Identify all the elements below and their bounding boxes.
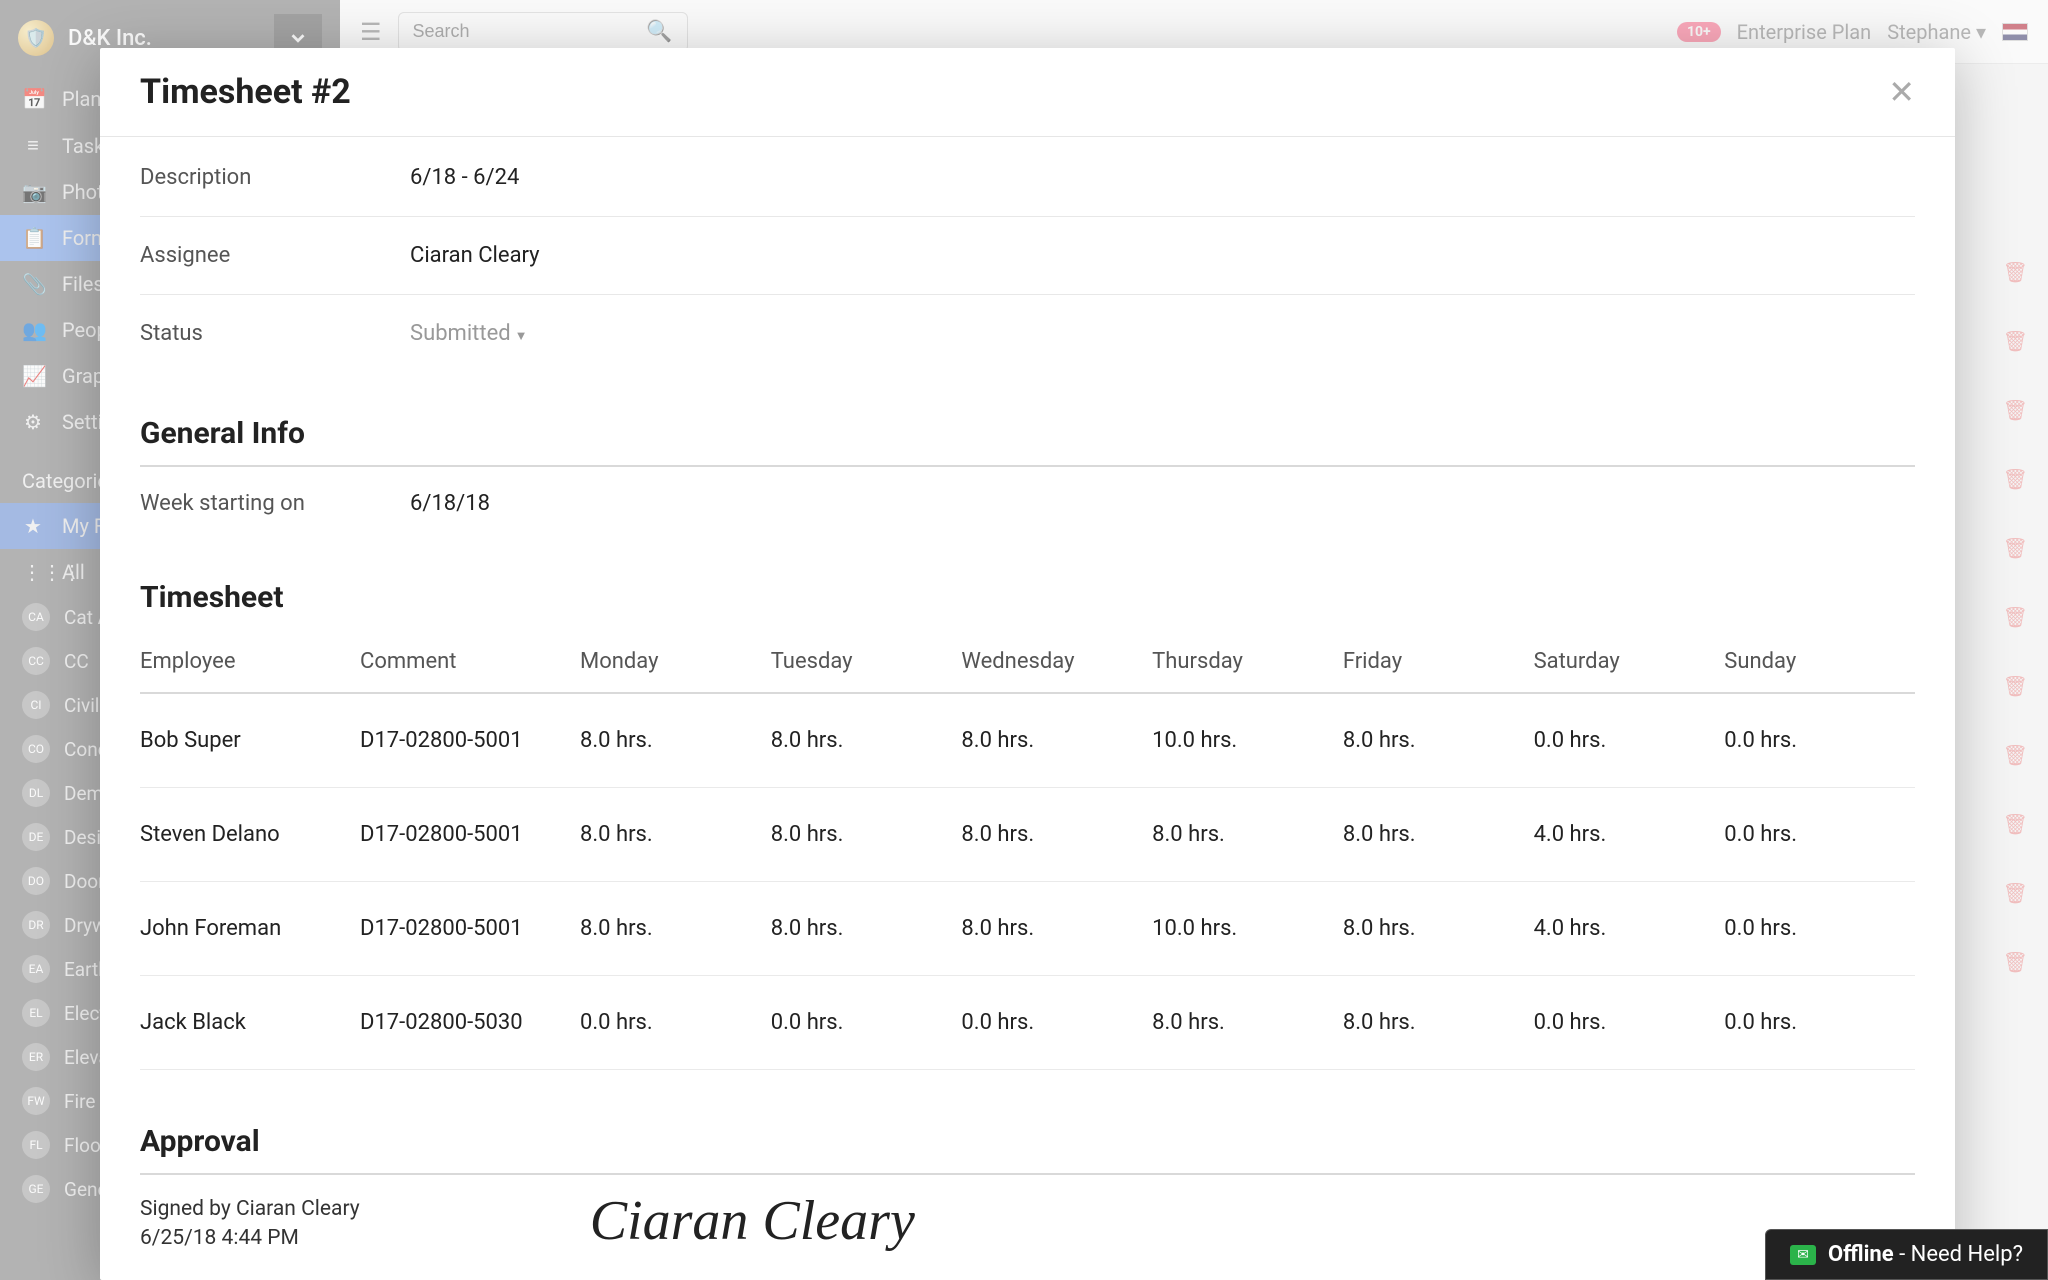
- field-value[interactable]: 6/18 - 6/24: [410, 165, 519, 190]
- hours-cell[interactable]: 8.0 hrs.: [771, 916, 962, 941]
- hours-cell[interactable]: 0.0 hrs.: [1724, 822, 1915, 847]
- table-column-header: Friday: [1343, 649, 1534, 674]
- table-column-header: Comment: [360, 649, 580, 674]
- table-column-header: Thursday: [1152, 649, 1343, 674]
- field-label: Week starting on: [140, 491, 410, 516]
- signed-at: 6/25/18 4:44 PM: [140, 1224, 360, 1253]
- field-label: Assignee: [140, 243, 410, 268]
- employee-cell[interactable]: Bob Super: [140, 728, 360, 753]
- hours-cell[interactable]: 0.0 hrs.: [771, 1010, 962, 1035]
- table-row: Jack BlackD17-02800-50300.0 hrs.0.0 hrs.…: [140, 976, 1915, 1070]
- status-dropdown[interactable]: Submitted▼: [410, 321, 528, 346]
- field-description: Description 6/18 - 6/24: [140, 157, 1915, 217]
- table-row: John ForemanD17-02800-50018.0 hrs.8.0 hr…: [140, 882, 1915, 976]
- table-column-header: Saturday: [1534, 649, 1725, 674]
- signed-info: Signed by Ciaran Cleary 6/25/18 4:44 PM: [140, 1195, 360, 1254]
- employee-cell[interactable]: Jack Black: [140, 1010, 360, 1035]
- field-label: Description: [140, 165, 410, 190]
- table-column-header: Tuesday: [771, 649, 962, 674]
- table-row: Bob SuperD17-02800-50018.0 hrs.8.0 hrs.8…: [140, 694, 1915, 788]
- table-column-header: Monday: [580, 649, 771, 674]
- field-status: Status Submitted▼: [140, 295, 1915, 372]
- hours-cell[interactable]: 0.0 hrs.: [1534, 1010, 1725, 1035]
- modal-header: Timesheet #2 ✕: [100, 48, 1955, 137]
- field-label: Status: [140, 321, 410, 346]
- hours-cell[interactable]: 8.0 hrs.: [771, 728, 962, 753]
- hours-cell[interactable]: 10.0 hrs.: [1152, 728, 1343, 753]
- section-timesheet: Timesheet: [140, 580, 1915, 619]
- hours-cell[interactable]: 8.0 hrs.: [580, 916, 771, 941]
- hours-cell[interactable]: 0.0 hrs.: [1534, 728, 1725, 753]
- table-column-header: Wednesday: [961, 649, 1152, 674]
- hours-cell[interactable]: 0.0 hrs.: [580, 1010, 771, 1035]
- envelope-icon: ✉: [1790, 1245, 1816, 1265]
- timesheet-table: EmployeeCommentMondayTuesdayWednesdayThu…: [140, 631, 1915, 1070]
- hours-cell[interactable]: 0.0 hrs.: [1724, 728, 1915, 753]
- signed-by: Signed by Ciaran Cleary: [140, 1195, 360, 1224]
- hours-cell[interactable]: 8.0 hrs.: [1343, 916, 1534, 941]
- section-general-info: General Info: [140, 416, 1915, 467]
- hours-cell[interactable]: 8.0 hrs.: [1343, 1010, 1534, 1035]
- comment-cell[interactable]: D17-02800-5001: [360, 822, 580, 847]
- field-week-start: Week starting on 6/18/18: [140, 467, 1915, 526]
- modal-body: Description 6/18 - 6/24 Assignee Ciaran …: [100, 137, 1955, 1280]
- hours-cell[interactable]: 4.0 hrs.: [1534, 822, 1725, 847]
- hours-cell[interactable]: 0.0 hrs.: [1724, 916, 1915, 941]
- table-column-header: Sunday: [1724, 649, 1915, 674]
- table-header: EmployeeCommentMondayTuesdayWednesdayThu…: [140, 631, 1915, 694]
- timesheet-modal: Timesheet #2 ✕ Description 6/18 - 6/24 A…: [100, 48, 1955, 1280]
- hours-cell[interactable]: 0.0 hrs.: [1724, 1010, 1915, 1035]
- hours-cell[interactable]: 8.0 hrs.: [771, 822, 962, 847]
- hours-cell[interactable]: 0.0 hrs.: [961, 1010, 1152, 1035]
- field-value[interactable]: 6/18/18: [410, 491, 490, 516]
- hours-cell[interactable]: 8.0 hrs.: [961, 822, 1152, 847]
- approval-row: Signed by Ciaran Cleary 6/25/18 4:44 PM …: [140, 1175, 1915, 1280]
- hours-cell[interactable]: 8.0 hrs.: [961, 728, 1152, 753]
- chevron-down-icon: ▼: [515, 329, 528, 344]
- comment-cell[interactable]: D17-02800-5001: [360, 728, 580, 753]
- field-value[interactable]: Ciaran Cleary: [410, 243, 540, 268]
- table-row: Steven DelanoD17-02800-50018.0 hrs.8.0 h…: [140, 788, 1915, 882]
- close-icon[interactable]: ✕: [1888, 73, 1915, 111]
- hours-cell[interactable]: 10.0 hrs.: [1152, 916, 1343, 941]
- hours-cell[interactable]: 8.0 hrs.: [1343, 728, 1534, 753]
- hours-cell[interactable]: 8.0 hrs.: [580, 822, 771, 847]
- employee-cell[interactable]: John Foreman: [140, 916, 360, 941]
- table-column-header: Employee: [140, 649, 360, 674]
- field-assignee: Assignee Ciaran Cleary: [140, 217, 1915, 295]
- hours-cell[interactable]: 8.0 hrs.: [1343, 822, 1534, 847]
- comment-cell[interactable]: D17-02800-5030: [360, 1010, 580, 1035]
- hours-cell[interactable]: 8.0 hrs.: [1152, 1010, 1343, 1035]
- modal-title: Timesheet #2: [140, 72, 351, 112]
- hours-cell[interactable]: 8.0 hrs.: [580, 728, 771, 753]
- section-approval: Approval: [140, 1124, 1915, 1175]
- employee-cell[interactable]: Steven Delano: [140, 822, 360, 847]
- comment-cell[interactable]: D17-02800-5001: [360, 916, 580, 941]
- hours-cell[interactable]: 8.0 hrs.: [961, 916, 1152, 941]
- hours-cell[interactable]: 4.0 hrs.: [1534, 916, 1725, 941]
- chat-widget[interactable]: ✉ Offline - Need Help?: [1765, 1229, 2048, 1280]
- hours-cell[interactable]: 8.0 hrs.: [1152, 822, 1343, 847]
- signature: Ciaran Cleary: [590, 1189, 915, 1253]
